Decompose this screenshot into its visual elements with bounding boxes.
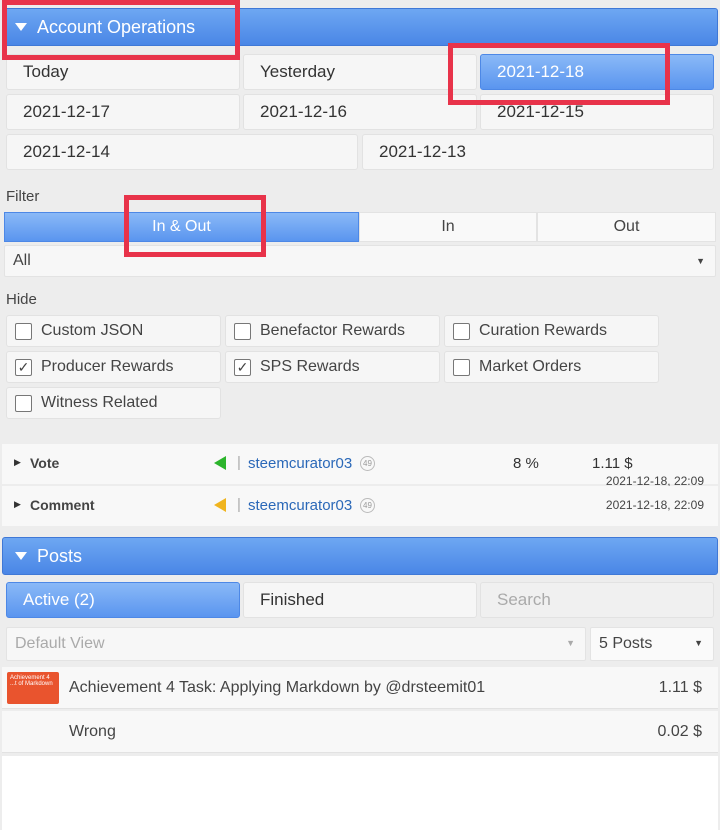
collapse-triangle-icon: [15, 552, 27, 560]
hide-label: Hide: [6, 291, 37, 308]
search-input[interactable]: Search: [480, 582, 714, 618]
reputation-badge: 49: [360, 498, 375, 513]
tab-active-posts[interactable]: Active (2): [6, 582, 240, 618]
hide-witness-related-checkbox[interactable]: Witness Related: [6, 387, 221, 419]
date-button-2021-12-13[interactable]: 2021-12-13: [362, 134, 714, 170]
comment-arrow-icon: [214, 498, 226, 512]
operation-user-link[interactable]: steemcurator03: [248, 497, 352, 514]
filter-label: Filter: [6, 188, 40, 205]
hide-option-label: Custom JSON: [41, 322, 144, 339]
date-button-2021-12-16[interactable]: 2021-12-16: [243, 94, 477, 130]
checkbox-checked-icon: ✓: [15, 358, 32, 376]
post-title-link[interactable]: Achievement 4 Task: Applying Markdown by…: [69, 679, 485, 697]
post-count-value: 5 Posts: [599, 635, 653, 652]
operation-type: Comment: [30, 497, 95, 513]
checkbox-unchecked-icon: [15, 394, 32, 412]
hide-benefactor-rewards-checkbox[interactable]: Benefactor Rewards: [225, 315, 440, 347]
checkbox-checked-icon: ✓: [234, 358, 251, 376]
date-button-2021-12-17[interactable]: 2021-12-17: [6, 94, 240, 130]
separator: |: [237, 496, 241, 513]
operation-row-vote[interactable]: ▶ Vote | steemcurator03 49 8 % 1.11 $ 20…: [2, 444, 718, 488]
posts-title: Posts: [37, 545, 83, 566]
post-row[interactable]: Wrong 0.02 $: [2, 711, 718, 753]
posts-header[interactable]: Posts: [2, 537, 718, 575]
vote-amount: 1.11 $: [592, 455, 633, 472]
tab-finished-posts[interactable]: Finished: [243, 582, 477, 618]
filter-select[interactable]: All ▼: [4, 245, 716, 277]
date-button-yesterday[interactable]: Yesterday: [243, 54, 477, 90]
checkbox-unchecked-icon: [453, 322, 470, 340]
operation-timestamp: 2021-12-18, 22:09: [605, 498, 704, 512]
incoming-arrow-icon: [214, 456, 226, 470]
hide-option-label: SPS Rewards: [260, 358, 360, 375]
vote-percent: 8 %: [513, 455, 539, 472]
collapse-triangle-icon: [15, 23, 27, 31]
post-row[interactable]: Achievement 4 ...t of Markdown Achieveme…: [2, 667, 718, 709]
chevron-down-icon: ▼: [694, 638, 703, 648]
account-operations-header[interactable]: Account Operations: [2, 8, 718, 46]
hide-option-label: Benefactor Rewards: [260, 322, 405, 339]
view-select-value: Default View: [15, 635, 105, 652]
date-button-2021-12-18[interactable]: 2021-12-18: [480, 54, 714, 90]
hide-sps-rewards-checkbox[interactable]: ✓ SPS Rewards: [225, 351, 440, 383]
post-count-select[interactable]: 5 Posts ▼: [590, 627, 714, 661]
tab-in-and-out[interactable]: In & Out: [4, 212, 359, 242]
operation-user-link[interactable]: steemcurator03: [248, 455, 352, 472]
separator: |: [237, 454, 241, 471]
tab-out[interactable]: Out: [537, 212, 716, 242]
chevron-down-icon: ▼: [566, 638, 575, 648]
hide-curation-rewards-checkbox[interactable]: Curation Rewards: [444, 315, 659, 347]
post-thumbnail: Achievement 4 ...t of Markdown: [7, 672, 59, 704]
hide-market-orders-checkbox[interactable]: Market Orders: [444, 351, 659, 383]
account-operations-title: Account Operations: [37, 16, 196, 37]
checkbox-unchecked-icon: [234, 322, 251, 340]
checkbox-unchecked-icon: [15, 322, 32, 340]
date-button-2021-12-15[interactable]: 2021-12-15: [480, 94, 714, 130]
checkbox-unchecked-icon: [453, 358, 470, 376]
view-select[interactable]: Default View ▼: [6, 627, 586, 661]
tab-in[interactable]: In: [359, 212, 537, 242]
hide-producer-rewards-checkbox[interactable]: ✓ Producer Rewards: [6, 351, 221, 383]
hide-option-label: Market Orders: [479, 358, 582, 375]
expand-triangle-icon: ▶: [14, 499, 21, 509]
expand-triangle-icon: ▶: [14, 457, 21, 467]
post-value: 1.11 $: [658, 679, 702, 696]
filter-select-value: All: [13, 252, 31, 269]
chevron-down-icon: ▼: [696, 256, 705, 266]
operation-type: Vote: [30, 455, 60, 471]
hide-option-label: Curation Rewards: [479, 322, 608, 339]
hide-option-label: Witness Related: [41, 394, 158, 411]
post-title-link[interactable]: Wrong: [69, 723, 116, 741]
post-value: 0.02 $: [657, 723, 702, 740]
empty-area: [2, 756, 718, 830]
operation-row-comment[interactable]: ▶ Comment | steemcurator03 49 2021-12-18…: [2, 486, 718, 526]
date-button-2021-12-14[interactable]: 2021-12-14: [6, 134, 358, 170]
reputation-badge: 49: [360, 456, 375, 471]
hide-option-label: Producer Rewards: [41, 358, 174, 375]
hide-custom-json-checkbox[interactable]: Custom JSON: [6, 315, 221, 347]
date-button-today[interactable]: Today: [6, 54, 240, 90]
